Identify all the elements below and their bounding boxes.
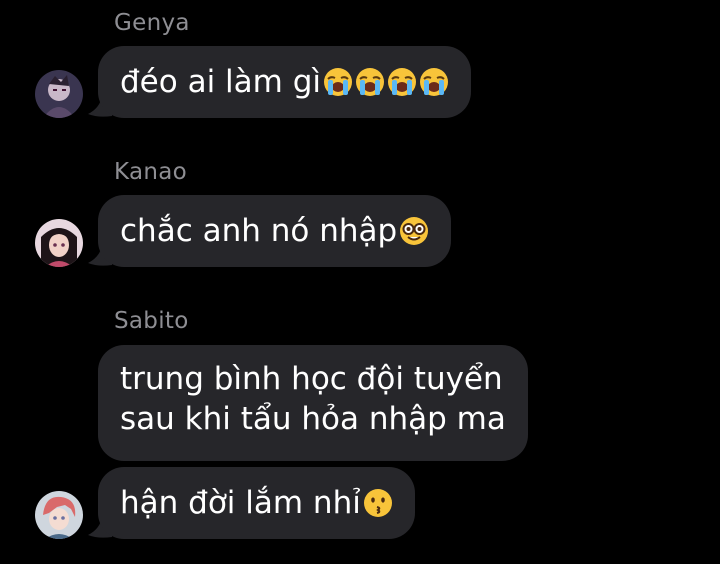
loudly-crying-face-icon — [387, 67, 417, 97]
sender-name: Sabito — [114, 308, 189, 334]
message-bubble[interactable]: hận đời lắm nhỉ — [98, 467, 415, 539]
message-text: chắc anh nó nhập — [120, 213, 398, 249]
avatar[interactable] — [35, 219, 83, 267]
loudly-crying-face-icon — [355, 67, 385, 97]
nerd-face-icon — [399, 216, 429, 246]
loudly-crying-face-icon — [419, 67, 449, 97]
message-bubble[interactable]: trung bình học đội tuyển sau khi tẩu hỏa… — [98, 345, 528, 461]
kissing-face-icon — [363, 488, 393, 518]
chat-thread: Genya đéo ai làm gì Kanao chắc anh nó nh… — [0, 0, 720, 564]
message-text-line: sau khi tẩu hỏa nhập ma — [120, 401, 506, 437]
message-bubble[interactable]: chắc anh nó nhập — [98, 195, 452, 267]
avatar[interactable] — [35, 70, 83, 118]
message-text-line: trung bình học đội tuyển — [120, 361, 503, 397]
sender-name: Kanao — [114, 159, 188, 185]
loudly-crying-face-icon — [323, 67, 353, 97]
avatar[interactable] — [35, 491, 83, 539]
message-text: hận đời lắm nhỉ — [120, 485, 361, 521]
message-bubble[interactable]: đéo ai làm gì — [98, 46, 471, 118]
message-text: đéo ai làm gì — [120, 64, 321, 100]
sender-name: Genya — [114, 10, 190, 36]
